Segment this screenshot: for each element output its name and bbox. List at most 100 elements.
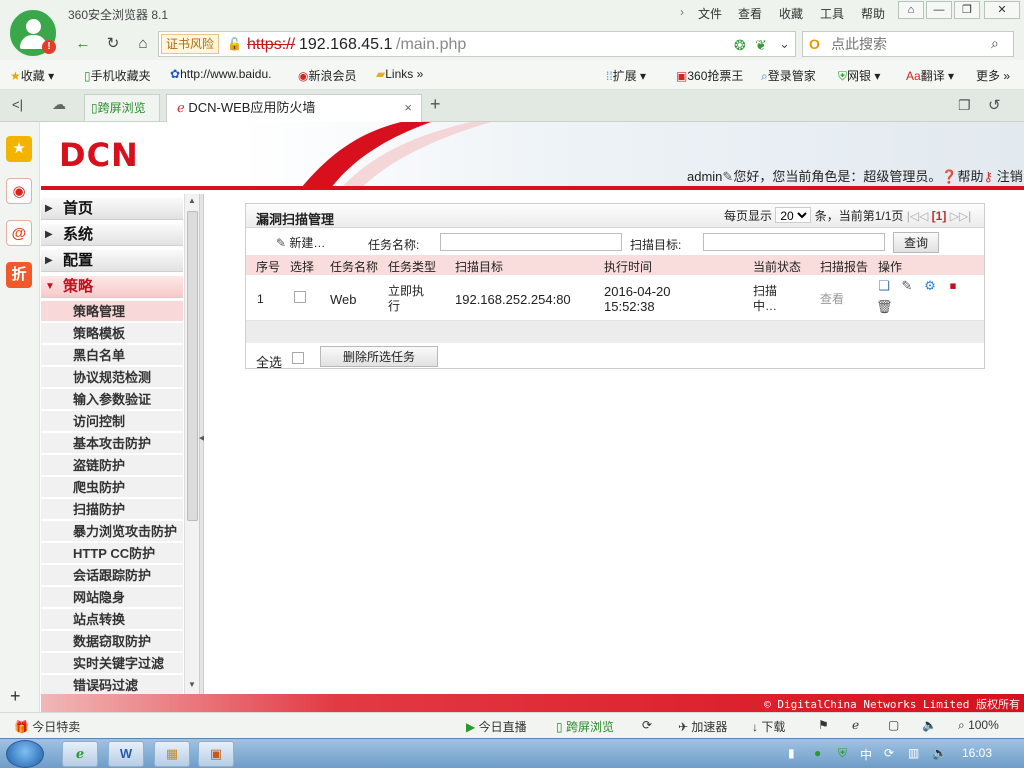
refresh-status-icon[interactable]: ⟳ xyxy=(642,718,652,732)
zoom-level[interactable]: ⌕ 100% xyxy=(958,718,999,733)
url-field[interactable]: 证书风险 🔓 https:// 192.168.45.1 /main.php ❂… xyxy=(158,31,796,57)
volume-icon[interactable]: 🔈 xyxy=(922,718,937,732)
menu-favorites[interactable]: 收藏 xyxy=(779,5,803,22)
delete-selected-button[interactable]: 删除所选任务 xyxy=(320,346,438,367)
last-page-icon[interactable]: ▷| xyxy=(959,209,971,223)
home-icon[interactable]: ⌂ xyxy=(132,34,154,54)
sidebar-item-data-leak[interactable]: 数据窃取防护 xyxy=(41,631,183,652)
scroll-down-icon[interactable]: ▼ xyxy=(188,680,196,689)
cloud-icon[interactable]: ☁ xyxy=(52,96,66,113)
minimize-button[interactable]: — xyxy=(926,1,952,19)
first-page-icon[interactable]: |◁ xyxy=(907,209,919,223)
menu-policy[interactable]: ▼ 策略 xyxy=(41,276,183,298)
delete-trash-icon[interactable]: 🗑 xyxy=(876,299,893,315)
bookmark-bank[interactable]: ⛨网银 ▾ xyxy=(838,67,880,84)
sidebar-item-site-convert[interactable]: 站点转换 xyxy=(41,609,183,630)
tab-list-icon[interactable]: ❐ xyxy=(958,97,971,114)
sidebar-scrollbar[interactable]: ▲ ▼ xyxy=(184,194,199,694)
refresh-icon[interactable]: ↻ xyxy=(102,34,124,54)
dropdown-chevron-icon[interactable]: ⌄ xyxy=(779,36,790,52)
tab-waf[interactable]: ℯ DCN-WEB应用防火墙 × xyxy=(166,94,422,122)
menu-tools[interactable]: 工具 xyxy=(820,5,844,22)
sidebar-item-black-white-list[interactable]: 黑白名单 xyxy=(41,345,183,366)
speedup-leaf-icon[interactable]: ❦ xyxy=(755,37,767,54)
bookmark-login[interactable]: ⌕登录管家 xyxy=(761,67,816,84)
sidebar-item-scan-protect[interactable]: 扫描防护 xyxy=(41,499,183,520)
bookmark-more[interactable]: 更多 » xyxy=(976,67,1010,84)
tray-action-icon[interactable]: ▮ xyxy=(788,746,795,760)
sidebar-item-access-control[interactable]: 访问控制 xyxy=(41,411,183,432)
menu-config[interactable]: ▶ 配置 xyxy=(41,250,183,272)
scrollbar-thumb[interactable] xyxy=(187,211,198,521)
search-engine-icon[interactable]: O xyxy=(809,36,820,52)
edit-icon[interactable]: ✎ xyxy=(899,278,915,294)
bookmark-baidu[interactable]: ✿http://www.baidu. xyxy=(170,67,271,81)
sidebar-item-session-track[interactable]: 会话跟踪防护 xyxy=(41,565,183,586)
sidebar-item-policy-template[interactable]: 策略模板 xyxy=(41,323,183,344)
new-tab-icon[interactable]: + xyxy=(430,94,441,115)
bookmark-favorites[interactable]: ★收藏 ▾ xyxy=(10,67,54,84)
sidebar-item-site-stealth[interactable]: 网站隐身 xyxy=(41,587,183,608)
edit-profile-icon[interactable]: ✎ xyxy=(722,169,733,184)
menu-help[interactable]: 帮助 xyxy=(861,5,885,22)
bookmark-links[interactable]: ▰Links » xyxy=(376,67,423,81)
close-button[interactable]: ✕ xyxy=(984,1,1020,19)
close-tab-icon[interactable]: × xyxy=(404,95,412,121)
current-page[interactable]: [1] xyxy=(932,209,947,223)
search-icon[interactable]: ⌕ xyxy=(991,35,999,52)
help-icon[interactable]: ❓ xyxy=(941,169,957,184)
taskbar-word-icon[interactable]: W xyxy=(108,741,144,767)
taskbar-app-icon[interactable]: ▦ xyxy=(154,741,190,767)
chevron-right-icon[interactable]: › xyxy=(680,5,684,19)
scan-target-input[interactable] xyxy=(703,233,885,251)
bookmark-mobile[interactable]: ▯手机收藏夹 xyxy=(84,67,151,84)
flag-icon[interactable]: ⚑ xyxy=(818,718,829,732)
ie-mode-icon[interactable]: ℯ xyxy=(852,718,859,732)
today-live[interactable]: ▶ 今日直播 xyxy=(466,718,527,735)
email-icon[interactable]: @ xyxy=(6,220,32,246)
broken-lock-icon[interactable]: 🔓 xyxy=(227,37,242,51)
search-box[interactable]: O ⌕ xyxy=(802,31,1014,57)
tray-sync-icon[interactable]: ⟳ xyxy=(884,746,894,760)
help-link[interactable]: 帮助 xyxy=(958,169,984,184)
security-shield-icon[interactable]: ❂ xyxy=(734,37,746,54)
taskbar-ie-icon[interactable]: ℯ xyxy=(62,741,98,767)
tab-split-browse[interactable]: ▯跨屏浏览 xyxy=(84,94,160,121)
bookmark-ticket[interactable]: ▣360抢票王 xyxy=(676,67,743,84)
tray-shield-icon[interactable]: ⛨ xyxy=(838,746,847,761)
user-avatar-icon[interactable]: ! xyxy=(8,8,58,58)
menu-view[interactable]: 查看 xyxy=(738,5,762,22)
bookmark-extensions[interactable]: ⁞⁞扩展 ▾ xyxy=(606,67,646,84)
maximize-button[interactable]: ❐ xyxy=(954,1,980,19)
sidebar-item-brute-browse[interactable]: 暴力浏览攻击防护 xyxy=(41,521,183,542)
logout-link[interactable]: 注销 xyxy=(997,169,1023,184)
sidebar-item-input-validation[interactable]: 输入参数验证 xyxy=(41,389,183,410)
tray-network-icon[interactable]: ▥ xyxy=(908,746,919,760)
settings-gear-icon[interactable]: ⚙ xyxy=(922,278,938,294)
weibo-icon[interactable]: ◉ xyxy=(6,178,32,204)
sidebar-item-crawler[interactable]: 爬虫防护 xyxy=(41,477,183,498)
tray-ime-icon[interactable]: 中 xyxy=(860,746,872,763)
today-deals[interactable]: 🎁 今日特卖 xyxy=(14,718,80,735)
page-size-select[interactable]: 20 xyxy=(775,207,812,223)
row-report-link[interactable]: 查看 xyxy=(820,292,844,307)
prev-page-icon[interactable]: ◁ xyxy=(919,209,928,223)
sidebar-item-error-filter[interactable]: 错误码过滤 xyxy=(41,675,183,694)
split-browse[interactable]: ▯ 跨屏浏览 xyxy=(556,718,614,735)
logout-key-icon[interactable]: ⚷ xyxy=(984,169,994,184)
menu-system[interactable]: ▶ 系统 xyxy=(41,224,183,246)
sidebar-item-hotlink[interactable]: 盗链防护 xyxy=(41,455,183,476)
bookmark-translate[interactable]: Aa翻译 ▾ xyxy=(906,67,954,84)
pin-icon[interactable]: ⌂ xyxy=(898,1,924,19)
start-button[interactable] xyxy=(6,740,44,768)
sidebar-item-http-cc[interactable]: HTTP CC防护 xyxy=(41,543,183,564)
sidebar-item-policy-management[interactable]: 策略管理 xyxy=(41,301,183,322)
task-name-input[interactable] xyxy=(440,233,622,251)
download[interactable]: ↓ 下载 xyxy=(752,718,785,735)
undo-close-icon[interactable]: ↺ xyxy=(988,96,1001,114)
sidebar-item-keyword-filter[interactable]: 实时关键字过滤 xyxy=(41,653,183,674)
stop-icon[interactable]: ⏹ xyxy=(945,278,961,294)
favorites-star-icon[interactable]: ★ xyxy=(6,136,32,162)
search-input[interactable] xyxy=(831,35,981,53)
cert-warning-badge[interactable]: 证书风险 xyxy=(161,34,220,54)
